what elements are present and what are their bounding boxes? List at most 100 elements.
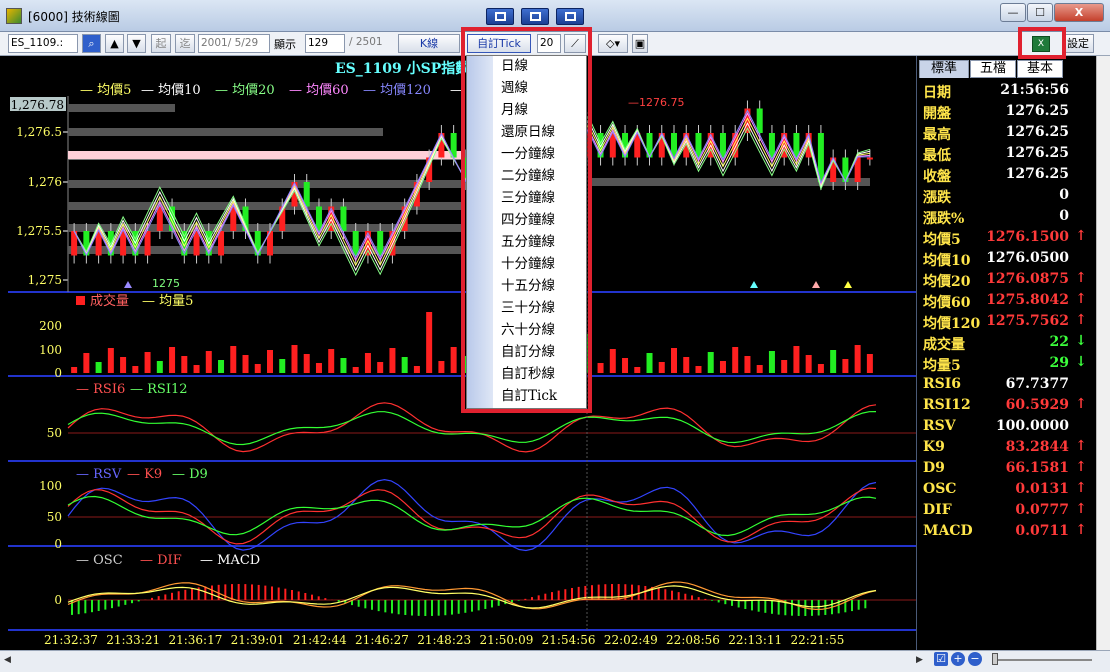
quote-row: 均價5 1276.1500 ↑ xyxy=(921,228,1091,249)
arrow-up-icon: ↑ xyxy=(1075,459,1087,475)
period-option[interactable]: 自訂秒線 xyxy=(501,363,555,385)
period-option[interactable]: 自訂分線 xyxy=(501,341,555,363)
start-button[interactable]: 起 xyxy=(151,34,171,53)
period-option[interactable]: 六十分線 xyxy=(501,319,555,341)
period-option[interactable]: 五分鐘線 xyxy=(501,231,555,253)
quote-row: 成交量 22 ↓ xyxy=(921,333,1091,354)
draw-line-icon[interactable]: ⟋ xyxy=(564,34,586,53)
period-option[interactable]: 四分鐘線 xyxy=(501,209,555,231)
macd-legend-item: — DIF xyxy=(140,553,182,568)
period-option[interactable]: 十分鐘線 xyxy=(501,253,555,275)
quote-value: 22 xyxy=(1049,334,1069,350)
panel-tabs: 標準 五檔 基本 xyxy=(917,60,1097,78)
volume-bar xyxy=(364,353,371,373)
period-option[interactable]: 週線 xyxy=(501,77,528,99)
arrow-down-icon: ↓ xyxy=(1075,354,1087,370)
zoom-slider-track[interactable] xyxy=(992,659,1092,661)
volume-bar xyxy=(866,354,873,373)
scroll-left-icon[interactable]: ◀ xyxy=(4,655,16,667)
candle-body xyxy=(364,231,371,256)
zoom-slider-thumb[interactable] xyxy=(992,653,998,665)
period-value-input[interactable]: 20 xyxy=(537,34,561,53)
volume-bar xyxy=(671,348,677,373)
arrow-up-icon[interactable]: ▲ xyxy=(105,34,124,53)
excel-export-icon[interactable]: X xyxy=(1032,36,1050,52)
window-tile-icon[interactable] xyxy=(556,8,584,25)
volume-bar xyxy=(768,351,775,373)
close-button[interactable]: X xyxy=(1054,3,1104,22)
toolbar: ES_1109.: ⌕ ▲ ▼ 起 迄 2001/ 5/29 顯示 129 / … xyxy=(0,32,1110,56)
candle-body xyxy=(193,231,200,256)
tab-five-level[interactable]: 五檔 xyxy=(970,60,1016,78)
price-legend-item: — 均價120 xyxy=(363,83,431,98)
price-tick-label: 1,275.5 xyxy=(16,224,62,238)
volume-bar xyxy=(205,351,212,373)
app-logo-icon xyxy=(6,8,22,24)
quote-value: 83.2844 xyxy=(1005,439,1069,455)
volume-bar xyxy=(377,362,384,373)
volume-bar xyxy=(120,357,127,373)
time-tick-label: 21:33:21 xyxy=(106,633,160,647)
period-dropdown-menu[interactable]: 日線 週線 月線 還原日線 一分鐘線 二分鐘線 三分鐘線 四分鐘線 五分鐘線 十分鐘線 十五分線 三十… xyxy=(466,55,587,409)
rsi-legend-item: — RSI12 xyxy=(130,382,188,397)
period-option[interactable]: 三分鐘線 xyxy=(501,187,555,209)
volume-bar xyxy=(781,360,788,373)
vertical-scrollbar[interactable] xyxy=(1096,56,1110,650)
arrow-up-icon: ↑ xyxy=(1075,270,1087,286)
quote-label: 均價60 xyxy=(923,295,971,311)
volume-bar xyxy=(144,352,151,373)
chart-area[interactable]: ES_1109 小SP指數 — 均價5 — 均價10 — 均價20 — 均價60 — 均價… xyxy=(0,56,916,650)
zoom-in-icon[interactable]: + xyxy=(951,652,965,666)
checkbox-icon[interactable]: ☑ xyxy=(934,652,948,666)
quote-row: 漲跌 0 xyxy=(921,186,1091,207)
maximize-button[interactable]: ☐ xyxy=(1027,3,1053,22)
tab-standard[interactable]: 標準 xyxy=(919,60,969,78)
quote-row: RSI12 60.5929 ↑ xyxy=(921,396,1091,417)
period-option[interactable]: 三十分線 xyxy=(501,297,555,319)
volume-bar xyxy=(315,363,322,373)
rsi6-line xyxy=(67,402,877,453)
time-tick-label: 21:54:56 xyxy=(542,633,596,647)
zoom-out-icon[interactable]: − xyxy=(968,652,982,666)
arrow-down-icon[interactable]: ▼ xyxy=(127,34,146,53)
date-picker[interactable]: 2001/ 5/29 xyxy=(198,34,270,53)
layout-icon[interactable] xyxy=(486,8,514,25)
eraser-icon[interactable]: ◇▾ xyxy=(598,34,628,53)
period-option[interactable]: 一分鐘線 xyxy=(501,143,555,165)
display-count-input[interactable]: 129 xyxy=(305,34,345,53)
palette-icon[interactable]: ▣ xyxy=(632,34,648,53)
scroll-right-icon[interactable]: ▶ xyxy=(916,655,928,667)
quote-label: 日期 xyxy=(923,85,951,101)
period-option[interactable]: 月線 xyxy=(501,99,528,121)
candle-body xyxy=(352,231,359,256)
minimize-button[interactable]: — xyxy=(1000,3,1026,22)
period-option[interactable]: 十五分線 xyxy=(501,275,555,297)
symbol-select[interactable]: ES_1109.: xyxy=(8,34,78,53)
window-restore-icon[interactable] xyxy=(521,8,549,25)
quote-value: 0 xyxy=(1059,208,1069,224)
quote-label: MACD xyxy=(923,523,973,539)
signal-triangle xyxy=(844,281,852,288)
period-option[interactable]: 二分鐘線 xyxy=(501,165,555,187)
volume-bar xyxy=(303,354,310,373)
volume-bar xyxy=(254,364,261,373)
volume-bar xyxy=(267,350,273,373)
period-option[interactable]: 還原日線 xyxy=(501,121,555,143)
settings-button[interactable]: 設定 xyxy=(1062,34,1094,53)
volume-bar xyxy=(95,362,102,373)
candle-body xyxy=(866,157,873,160)
chart-type-dropdown[interactable]: K線 xyxy=(398,34,460,53)
volume-tick-label: 0 xyxy=(54,366,62,380)
period-option[interactable]: 自訂Tick xyxy=(501,385,557,407)
volume-bar xyxy=(389,348,396,373)
quote-value: 1275.8042 xyxy=(986,292,1069,308)
macd-legend-item: — OSC xyxy=(76,553,123,568)
period-dropdown[interactable]: 自訂Tick xyxy=(467,34,531,53)
technical-chart[interactable]: ES_1109 小SP指數 — 均價5 — 均價10 — 均價20 — 均價60 — 均價… xyxy=(0,56,916,650)
tab-basic[interactable]: 基本 xyxy=(1017,60,1063,78)
volume-profile-band xyxy=(68,151,461,159)
search-icon[interactable]: ⌕ xyxy=(82,34,101,53)
end-button[interactable]: 迄 xyxy=(175,34,195,53)
quote-label: RSV xyxy=(923,418,956,434)
period-option[interactable]: 日線 xyxy=(501,55,528,77)
